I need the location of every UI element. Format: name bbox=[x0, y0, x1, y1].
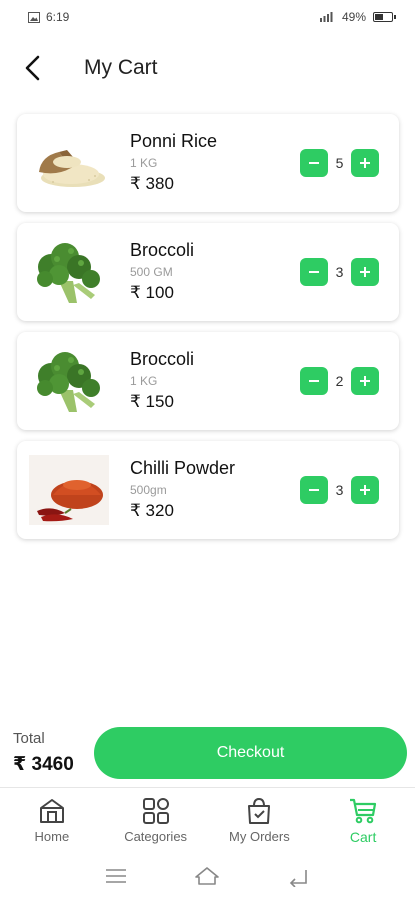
minus-icon bbox=[309, 380, 319, 382]
plus-icon bbox=[360, 158, 370, 168]
nav-item-categories[interactable]: Categories bbox=[104, 788, 208, 849]
system-nav-bar bbox=[0, 858, 415, 894]
item-unit: 500gm bbox=[130, 483, 167, 497]
quantity-stepper: 2 bbox=[300, 367, 379, 395]
gallery-icon bbox=[28, 11, 40, 23]
increase-button[interactable] bbox=[351, 367, 379, 395]
chilli-powder-image bbox=[29, 455, 109, 525]
quantity-stepper: 3 bbox=[300, 258, 379, 286]
rice-image bbox=[39, 150, 105, 187]
minus-icon bbox=[309, 271, 319, 273]
total-label: Total bbox=[13, 730, 45, 747]
nav-item-home[interactable]: Home bbox=[0, 788, 104, 849]
increase-button[interactable] bbox=[351, 476, 379, 504]
item-name: Broccoli bbox=[130, 349, 195, 369]
bottom-nav: Home Categories My Orders Cart bbox=[0, 787, 415, 849]
shopping-bag-icon bbox=[248, 797, 271, 824]
decrease-button[interactable] bbox=[300, 367, 328, 395]
minus-icon bbox=[309, 489, 319, 491]
quantity-value: 5 bbox=[335, 155, 344, 171]
nav-item-my-orders[interactable]: My Orders bbox=[208, 788, 312, 849]
battery-icon bbox=[373, 12, 396, 22]
battery-level bbox=[375, 14, 383, 20]
item-name: Ponni Rice bbox=[130, 131, 218, 151]
plus-icon bbox=[360, 267, 370, 277]
header: My Cart bbox=[0, 46, 415, 90]
item-unit: 1 KG bbox=[130, 156, 158, 170]
total-value: ₹ 3460 bbox=[13, 754, 74, 775]
status-left: 6:19 bbox=[28, 10, 69, 24]
item-price: ₹ 150 bbox=[130, 392, 174, 411]
broccoli-image bbox=[37, 352, 100, 412]
battery-percent: 49% bbox=[341, 10, 366, 24]
quantity-value: 3 bbox=[335, 482, 344, 498]
minus-icon bbox=[309, 162, 319, 164]
chevron-left-icon bbox=[25, 55, 40, 81]
item-price: ₹ 100 bbox=[130, 283, 174, 302]
page-title: My Cart bbox=[84, 56, 158, 79]
home-icon bbox=[39, 799, 64, 823]
cart-list: Ponni Rice 1 KG ₹ 380 5 Broccoli 500 GM … bbox=[17, 114, 399, 550]
item-name: Chilli Powder bbox=[130, 458, 236, 478]
decrease-button[interactable] bbox=[300, 476, 328, 504]
status-right: 49% bbox=[319, 10, 396, 24]
grid-icon bbox=[142, 798, 169, 824]
signal-icon bbox=[319, 11, 333, 22]
item-price: ₹ 380 bbox=[130, 174, 174, 193]
item-unit: 500 GM bbox=[130, 265, 173, 279]
plus-icon bbox=[360, 485, 370, 495]
cart-item[interactable]: Broccoli 500 GM ₹ 100 3 bbox=[17, 223, 399, 321]
item-unit: 1 KG bbox=[130, 374, 158, 388]
quantity-stepper: 3 bbox=[300, 476, 379, 504]
checkout-button[interactable]: Checkout bbox=[94, 727, 407, 779]
quantity-stepper: 5 bbox=[300, 149, 379, 177]
back-button[interactable] bbox=[20, 54, 48, 82]
plus-icon bbox=[360, 376, 370, 386]
menu-icon[interactable] bbox=[103, 865, 129, 887]
status-bar: 6:19 49% bbox=[0, 0, 415, 34]
cart-item[interactable]: Broccoli 1 KG ₹ 150 2 bbox=[17, 332, 399, 430]
home-button-icon[interactable] bbox=[194, 865, 220, 887]
back-arrow-icon[interactable] bbox=[286, 865, 312, 887]
checkout-footer: Total ₹ 3460 Checkout bbox=[0, 726, 415, 786]
quantity-value: 3 bbox=[335, 264, 344, 280]
nav-item-cart[interactable]: Cart bbox=[311, 788, 415, 849]
item-price: ₹ 320 bbox=[130, 501, 174, 520]
item-name: Broccoli bbox=[130, 240, 195, 260]
decrease-button[interactable] bbox=[300, 258, 328, 286]
nav-label: Categories bbox=[124, 829, 188, 844]
increase-button[interactable] bbox=[351, 149, 379, 177]
nav-label: My Orders bbox=[229, 829, 290, 844]
cart-item[interactable]: Chilli Powder 500gm ₹ 320 3 bbox=[17, 441, 399, 539]
broccoli-image bbox=[37, 243, 100, 303]
nav-label: Home bbox=[34, 829, 70, 844]
status-time: 6:19 bbox=[46, 10, 70, 24]
quantity-value: 2 bbox=[335, 373, 344, 389]
cart-item[interactable]: Ponni Rice 1 KG ₹ 380 5 bbox=[17, 114, 399, 212]
nav-label: Cart bbox=[349, 829, 377, 845]
cart-icon bbox=[350, 798, 377, 824]
increase-button[interactable] bbox=[351, 258, 379, 286]
decrease-button[interactable] bbox=[300, 149, 328, 177]
